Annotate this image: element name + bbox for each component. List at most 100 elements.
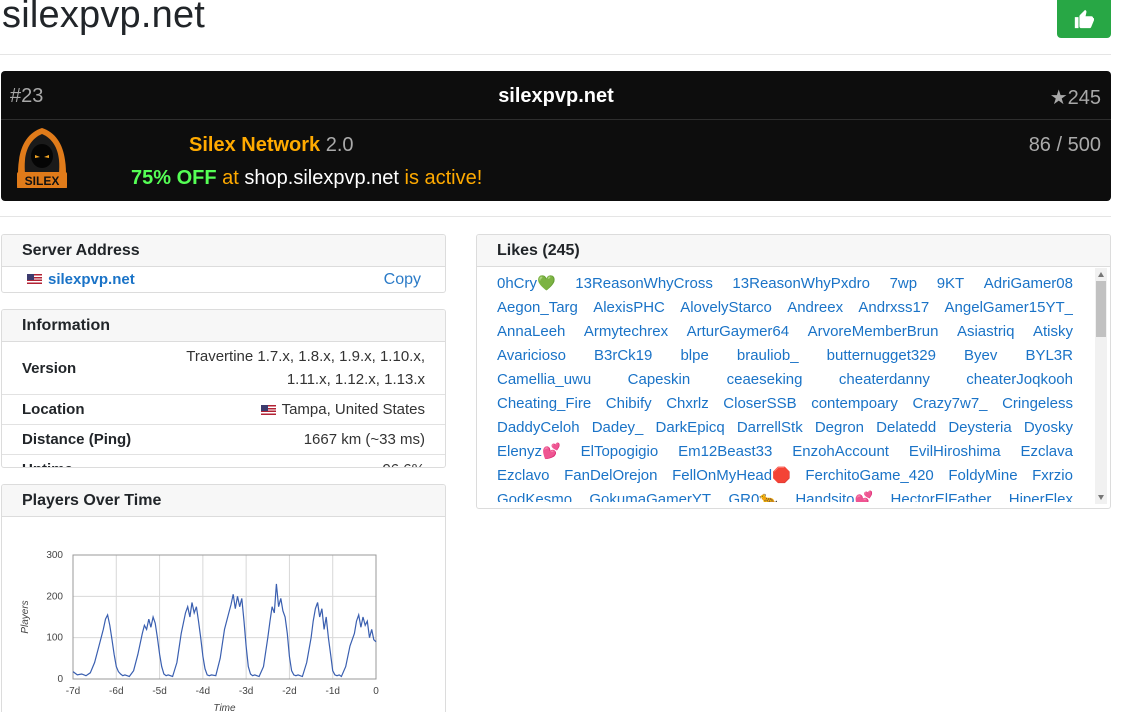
like-user-link[interactable]: Camellia_uwu [497, 368, 591, 392]
like-user-link[interactable]: Fxrzio [1032, 464, 1073, 488]
scroll-thumb[interactable] [1096, 281, 1106, 337]
server-address-link[interactable]: silexpvp.net [48, 271, 135, 288]
chart-y-tick-label: 100 [46, 633, 63, 644]
like-user-link[interactable]: Armytechrex [584, 320, 668, 344]
us-flag-icon [260, 405, 276, 416]
like-user-link[interactable]: Degron [815, 416, 864, 440]
like-user-link[interactable]: B3rCk19 [594, 344, 652, 368]
like-user-link[interactable]: Delatedd [876, 416, 936, 440]
like-user-link[interactable]: Capeskin [628, 368, 691, 392]
like-user-link[interactable]: Chibify [606, 392, 652, 416]
like-user-link[interactable]: butternugget329 [827, 344, 936, 368]
scroll-down-arrow-icon[interactable] [1098, 495, 1104, 500]
scroll-up-arrow-icon[interactable] [1098, 272, 1104, 277]
like-user-link[interactable]: Avaricioso [497, 344, 566, 368]
divider [0, 216, 1111, 217]
player-count: 86 / 500 [1029, 134, 1101, 157]
chart-x-tick-label: -5d [152, 686, 166, 697]
like-user-link[interactable]: HectorElFather [891, 488, 992, 502]
like-user-link[interactable]: cheaterJoqkooh [966, 368, 1073, 392]
like-user-link[interactable]: Handsito💕 [795, 488, 873, 502]
copy-button[interactable]: Copy [384, 271, 421, 289]
server-banner[interactable]: #23 silexpvp.net ★245 SILEX Silex Networ… [1, 71, 1111, 201]
divider [0, 54, 1111, 55]
like-user-link[interactable]: FellOnMyHead🛑 [672, 464, 791, 488]
like-user-link[interactable]: Aegon_Targ [497, 296, 578, 320]
like-user-link[interactable]: DarrellStk [737, 416, 803, 440]
like-user-link[interactable]: ceaeseking [727, 368, 803, 392]
like-user-link[interactable]: blpe [680, 344, 708, 368]
like-user-link[interactable]: BYL3R [1025, 344, 1073, 368]
like-user-link[interactable]: Ezclava [1020, 440, 1073, 464]
like-user-link[interactable]: HiperFlex [1009, 488, 1073, 502]
like-user-link[interactable]: Byev [964, 344, 997, 368]
like-user-link[interactable]: AnnaLeeh [497, 320, 565, 344]
likes-row: Ezclavo FanDelOrejon FellOnMyHead🛑 Ferchito… [497, 464, 1073, 488]
like-user-link[interactable]: 0hCry💚 [497, 272, 556, 296]
like-user-link[interactable]: brauliob_ [737, 344, 799, 368]
page-title: silexpvp.net [2, 0, 206, 36]
like-user-link[interactable]: Chxrlz [666, 392, 709, 416]
like-button[interactable] [1057, 0, 1111, 38]
like-user-link[interactable]: GokumaGamerYT [589, 488, 711, 502]
like-user-link[interactable]: 7wp [890, 272, 918, 296]
likes-header: Likes (245) [477, 235, 1110, 267]
like-user-link[interactable]: cheaterdanny [839, 368, 930, 392]
chart-x-axis-label: Time [213, 703, 236, 712]
like-user-link[interactable]: ArvoreMemberBrun [808, 320, 939, 344]
motd-line-2: 75% OFF at shop.silexpvp.net is active! [131, 167, 482, 190]
like-user-link[interactable]: ElTopogigio [581, 440, 659, 464]
info-value: 1667 km (~33 ms) [152, 424, 445, 455]
like-user-link[interactable]: Cheating_Fire [497, 392, 591, 416]
likes-row: 0hCry💚 13ReasonWhyCross 13ReasonWhyPxdro 7w… [497, 272, 1073, 296]
like-user-link[interactable]: Deysteria [948, 416, 1011, 440]
like-user-link[interactable]: AdriGamer08 [984, 272, 1073, 296]
like-user-link[interactable]: EnzohAccount [792, 440, 889, 464]
like-user-link[interactable]: GR0🐆 [728, 488, 778, 502]
like-user-link[interactable]: DaddyCeloh [497, 416, 580, 440]
like-user-link[interactable]: Andreex [787, 296, 843, 320]
like-user-link[interactable]: Em12Beast33 [678, 440, 772, 464]
information-table: Version Travertine 1.7.x, 1.8.x, 1.9.x, … [2, 342, 445, 467]
likes-card: Likes (245) 0hCry💚 13ReasonWhyCross 13Reas… [476, 234, 1111, 509]
likes-row: Camellia_uwu Capeskin ceaeseking cheaterdan… [497, 368, 1073, 392]
like-user-link[interactable]: 9KT [937, 272, 965, 296]
like-user-link[interactable]: Dadey_ [592, 416, 644, 440]
likes-row: Cheating_Fire Chibify Chxrlz CloserSSB conte… [497, 392, 1073, 416]
like-user-link[interactable]: Crazy7w7_ [912, 392, 987, 416]
like-user-link[interactable]: GodKesmo [497, 488, 572, 502]
like-user-link[interactable]: 13ReasonWhyCross [575, 272, 713, 296]
like-user-link[interactable]: FanDelOrejon [564, 464, 657, 488]
chart-x-tick-label: -3d [239, 686, 253, 697]
likes-list[interactable]: 0hCry💚 13ReasonWhyCross 13ReasonWhyPxdro 7w… [497, 272, 1073, 502]
players-chart-svg: 0 100 200 300 -7d -6d -5d -4d -3d -2d -1d 0 Time Play… [20, 550, 379, 712]
like-user-link[interactable]: AngelGamer15YT_ [945, 296, 1073, 320]
like-user-link[interactable]: Atisky [1033, 320, 1073, 344]
like-user-link[interactable]: CloserSSB [723, 392, 796, 416]
likes-row: DaddyCeloh Dadey_ DarkEpicq DarrellStk Degro… [497, 416, 1073, 440]
likes-row: Avaricioso B3rCk19 blpe brauliob_ butternugg… [497, 344, 1073, 368]
like-user-link[interactable]: Asiastriq [957, 320, 1015, 344]
players-online: 86 [1028, 134, 1051, 156]
like-user-link[interactable]: Ezclavo [497, 464, 550, 488]
likes-scrollbar[interactable] [1095, 268, 1107, 504]
like-user-link[interactable]: AlovelyStarco [680, 296, 772, 320]
like-user-link[interactable]: DarkEpicq [656, 416, 725, 440]
like-user-link[interactable]: AlexisPHC [593, 296, 665, 320]
like-user-link[interactable]: Elenyz💕 [497, 440, 561, 464]
banner-server-name: silexpvp.net [498, 85, 614, 107]
like-user-link[interactable]: Dyosky [1024, 416, 1073, 440]
like-user-link[interactable]: Cringeless [1002, 392, 1073, 416]
server-logo-icon: SILEX [17, 128, 67, 188]
like-user-link[interactable]: FoldyMine [948, 464, 1017, 488]
like-user-link[interactable]: 13ReasonWhyPxdro [732, 272, 870, 296]
like-user-link[interactable]: contempoary [811, 392, 898, 416]
like-user-link[interactable]: EvilHiroshima [909, 440, 1001, 464]
motd-at: at [222, 167, 239, 189]
like-user-link[interactable]: Andrxss17 [858, 296, 929, 320]
info-key: Distance (Ping) [2, 424, 152, 455]
like-user-link[interactable]: ArturGaymer64 [687, 320, 790, 344]
like-user-link[interactable]: FerchitoGame_420 [805, 464, 933, 488]
players-chart: 0 100 200 300 -7d -6d -5d -4d -3d -2d -1d 0 Time Play… [16, 531, 396, 712]
motd-active: is active! [404, 167, 483, 189]
